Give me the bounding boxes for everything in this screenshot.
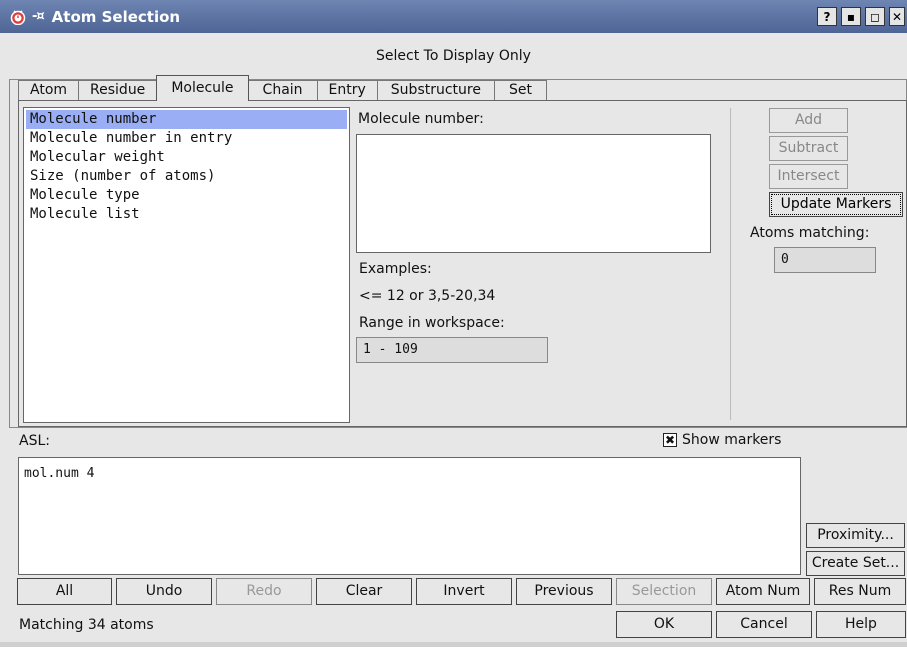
subtract-button[interactable]: Subtract <box>769 136 848 161</box>
close-window-button[interactable]: ✕ <box>889 7 905 26</box>
examples-label: Examples: <box>359 261 432 277</box>
tab-atom[interactable]: Atom <box>18 80 80 100</box>
list-item[interactable]: Molecular weight <box>26 148 347 167</box>
ok-button[interactable]: OK <box>616 611 712 638</box>
list-item[interactable]: Molecule list <box>26 205 347 224</box>
app-clock-icon[interactable] <box>10 9 26 25</box>
create-set-button[interactable]: Create Set... <box>806 551 905 576</box>
tab-entry[interactable]: Entry <box>316 80 378 100</box>
dialog-subtitle: Select To Display Only <box>376 48 531 64</box>
atom-num-button[interactable]: Atom Num <box>716 578 810 605</box>
divider <box>730 108 731 420</box>
title-bar[interactable]: -¤ Atom Selection ? ▪ ◻ ✕ <box>0 0 907 33</box>
bottom-edge <box>0 642 907 647</box>
show-markers-checkbox[interactable]: ✖ <box>663 433 677 447</box>
list-item[interactable]: Size (number of atoms) <box>26 167 347 186</box>
status-text: Matching 34 atoms <box>19 617 154 633</box>
previous-button[interactable]: Previous <box>516 578 612 605</box>
list-item[interactable]: Molecule number <box>26 110 347 129</box>
atoms-matching-label: Atoms matching: <box>750 225 870 241</box>
tab-molecule[interactable]: Molecule <box>156 75 249 101</box>
window-title: Atom Selection <box>51 7 181 26</box>
update-markers-button[interactable]: Update Markers <box>769 192 903 217</box>
help-button[interactable]: Help <box>816 611 906 638</box>
minimize-window-button[interactable]: ▪ <box>841 7 861 26</box>
cancel-button[interactable]: Cancel <box>716 611 812 638</box>
tab-chain[interactable]: Chain <box>247 80 318 100</box>
atoms-matching-value: 0 <box>774 247 876 273</box>
list-item[interactable]: Molecule type <box>26 186 347 205</box>
asl-input[interactable]: mol.num 4 <box>18 457 801 575</box>
tab-set[interactable]: Set <box>493 80 547 100</box>
res-num-button[interactable]: Res Num <box>814 578 906 605</box>
criteria-label: Molecule number: <box>358 111 484 127</box>
add-button[interactable]: Add <box>769 108 848 133</box>
range-value: 1 - 109 <box>356 337 548 363</box>
range-label: Range in workspace: <box>359 315 505 331</box>
tab-bar: Atom Residue Molecule Chain Entry Substr… <box>18 75 547 101</box>
all-button[interactable]: All <box>17 578 112 605</box>
redo-button[interactable]: Redo <box>216 578 312 605</box>
list-item[interactable]: Molecule number in entry <box>26 129 347 148</box>
proximity-button[interactable]: Proximity... <box>806 523 905 548</box>
intersect-button[interactable]: Intersect <box>769 164 848 189</box>
pin-icon[interactable]: -¤ <box>32 9 45 24</box>
property-listbox[interactable]: Molecule number Molecule number in entry… <box>23 107 350 423</box>
help-window-button[interactable]: ? <box>817 7 837 26</box>
clear-button[interactable]: Clear <box>316 578 412 605</box>
maximize-window-button[interactable]: ◻ <box>865 7 885 26</box>
examples-text: <= 12 or 3,5-20,34 <box>359 288 496 304</box>
selection-button[interactable]: Selection <box>616 578 712 605</box>
tab-residue[interactable]: Residue <box>78 80 158 100</box>
tab-substructure[interactable]: Substructure <box>376 80 495 100</box>
undo-button[interactable]: Undo <box>116 578 212 605</box>
asl-label: ASL: <box>19 433 50 449</box>
show-markers-label[interactable]: Show markers <box>682 432 781 448</box>
invert-button[interactable]: Invert <box>416 578 512 605</box>
molecule-number-input[interactable] <box>356 134 711 253</box>
